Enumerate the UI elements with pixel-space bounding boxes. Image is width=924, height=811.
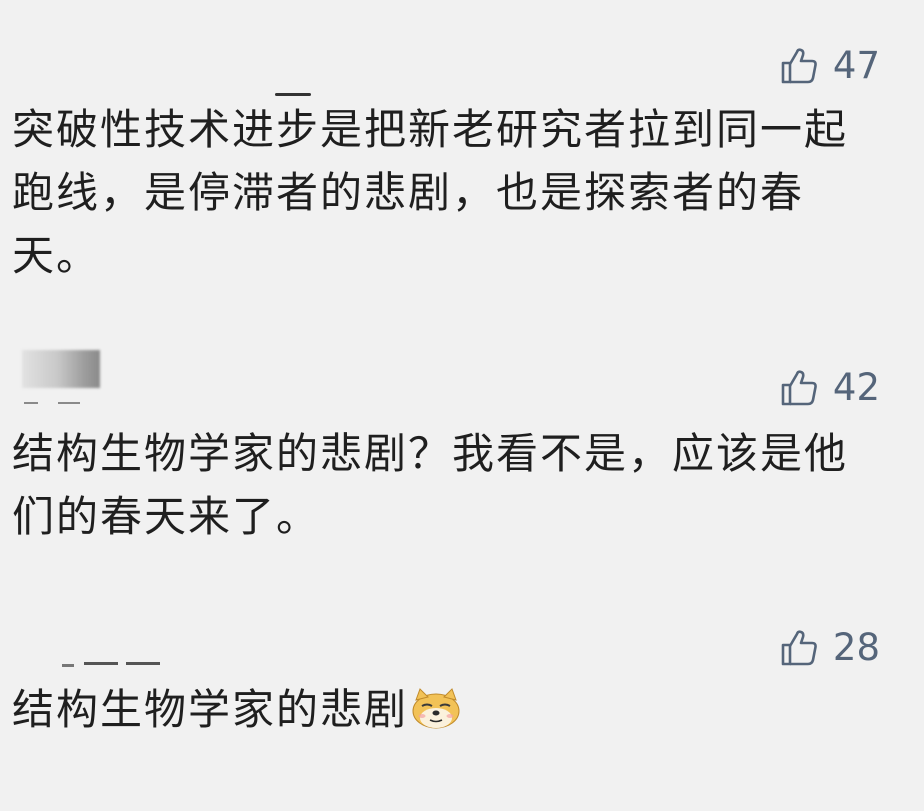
comment-line: 结构生物学家的悲剧 [12,678,892,741]
username-fragment [84,662,118,665]
comment-list: 47 突破性技术进步是把新老研究者拉到同一起 跑线，是停滞者的悲剧，也是探索者的… [0,0,924,811]
thumbs-up-icon [781,629,817,665]
like-button[interactable]: 28 [779,626,880,669]
username-fragment [126,662,160,665]
username-fragment [62,664,74,667]
like-count: 28 [832,626,880,669]
comment-item: 28 结构生物学家的悲剧 [0,0,924,811]
doge-face-emoji [412,688,460,729]
comment-text: 结构生物学家的悲剧 [12,678,892,741]
comment-line-text: 结构生物学家的悲剧 [12,685,409,734]
